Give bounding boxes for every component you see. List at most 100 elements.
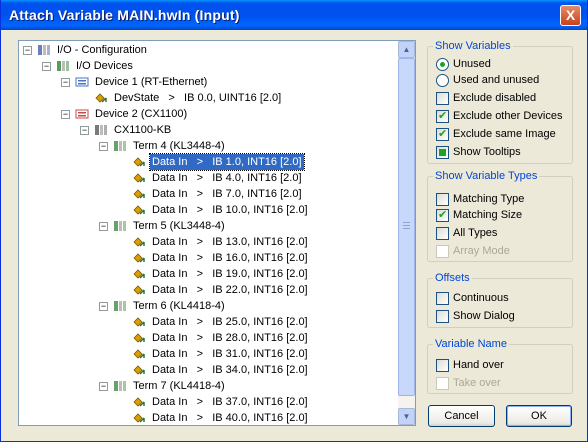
tree-label: Device 1 (RT-Ethernet) xyxy=(95,76,208,88)
tree-node[interactable]: − Device 1 (RT-Ethernet) xyxy=(19,74,397,90)
tree-node[interactable]: Data In > IB 10.0, INT16 [2.0] xyxy=(19,202,397,218)
exclude-disabled-checkbox[interactable]: Exclude disabled xyxy=(436,92,566,106)
tree-label: Data In > IB 31.0, INT16 [2.0] xyxy=(152,348,308,360)
terminal-icon xyxy=(113,380,127,392)
tree-scrollbar[interactable]: ▲ ▼ xyxy=(398,41,415,425)
checkbox-icon xyxy=(436,310,449,323)
tree-label: DevState > IB 0.0, UINT16 [2.0] xyxy=(114,92,282,104)
tree-node[interactable]: − I/O - Configuration xyxy=(19,42,397,58)
collapse-icon[interactable]: − xyxy=(23,46,32,55)
hand-over-checkbox[interactable]: Hand over xyxy=(436,359,566,373)
tree-node[interactable]: Data In > IB 4.0, INT16 [2.0] xyxy=(19,170,397,186)
tree-node[interactable]: Data In > IB 7.0, INT16 [2.0] xyxy=(19,186,397,202)
tree-node[interactable]: Data In > IB 1.0, INT16 [2.0] xyxy=(19,153,397,171)
collapse-icon[interactable]: − xyxy=(42,62,51,71)
ethernet-device-icon xyxy=(75,76,89,88)
tree-node[interactable]: − Device 2 (CX1100) xyxy=(19,106,397,122)
all-types-checkbox[interactable]: All Types xyxy=(436,227,566,241)
tree-node[interactable]: Data In > IB 22.0, INT16 [2.0] xyxy=(19,282,397,298)
tree-node[interactable]: Data In > IB 16.0, INT16 [2.0] xyxy=(19,250,397,266)
exclude-other-devices-checkbox[interactable]: Exclude other Devices xyxy=(436,110,571,124)
option-label: Exclude disabled xyxy=(453,92,537,104)
variable-name-group: Variable Name Hand over Take over xyxy=(427,338,573,394)
option-label: Array Mode xyxy=(453,245,510,257)
option-label: Take over xyxy=(453,377,501,389)
offsets-group: Offsets Continuous Show Dialog xyxy=(427,272,573,328)
show-dialog-checkbox[interactable]: Show Dialog xyxy=(436,310,566,324)
collapse-icon[interactable]: − xyxy=(61,110,70,119)
scroll-up-icon[interactable]: ▲ xyxy=(398,41,415,58)
tree-label: Term 4 (KL3448-4) xyxy=(133,140,225,152)
matching-type-checkbox[interactable]: Matching Type xyxy=(436,193,566,207)
ok-button[interactable]: OK xyxy=(506,405,572,427)
checkbox-icon xyxy=(436,359,449,372)
tree-node[interactable]: Data In > IB 31.0, INT16 [2.0] xyxy=(19,346,397,362)
input-variable-icon xyxy=(132,252,146,264)
scrollbar-thumb[interactable] xyxy=(398,58,415,396)
collapse-icon[interactable]: − xyxy=(99,382,108,391)
tree-node[interactable]: Data In > IB 25.0, INT16 [2.0] xyxy=(19,314,397,330)
tree-node[interactable]: − Term 5 (KL3448-4) xyxy=(19,218,397,234)
continuous-checkbox[interactable]: Continuous xyxy=(436,292,566,306)
group-title: Show Variables xyxy=(433,40,513,52)
tree-label: I/O - Configuration xyxy=(57,44,147,56)
take-over-checkbox[interactable]: Take over xyxy=(436,377,566,391)
show-variables-group: Show Variables Unused Used and unused Ex… xyxy=(427,40,573,164)
option-label: Exclude other Devices xyxy=(453,110,563,122)
show-tooltips-checkbox[interactable]: Show Tooltips xyxy=(436,146,566,160)
tree-label: I/O Devices xyxy=(76,60,133,72)
title-bar[interactable]: Attach Variable MAIN.hwIn (Input) X xyxy=(1,0,587,30)
tree-node[interactable]: − CX1100-KB xyxy=(19,122,397,138)
option-label: Exclude same Image xyxy=(453,128,556,140)
checkbox-disabled-icon xyxy=(436,245,449,258)
radio-checked-icon xyxy=(436,58,449,71)
used-and-unused-radio[interactable]: Used and unused xyxy=(436,74,566,88)
group-title: Show Variable Types xyxy=(433,170,540,182)
unused-radio[interactable]: Unused xyxy=(436,58,566,72)
option-label: Continuous xyxy=(453,292,509,304)
checkbox-icon xyxy=(436,227,449,240)
cx-device-icon xyxy=(75,108,89,120)
input-variable-icon xyxy=(132,204,146,216)
tree-node[interactable]: Data In > IB 40.0, INT16 [2.0] xyxy=(19,410,397,425)
matching-size-checkbox[interactable]: Matching Size xyxy=(436,209,566,223)
collapse-icon[interactable]: − xyxy=(99,302,108,311)
checkbox-icon xyxy=(436,193,449,206)
collapse-icon[interactable]: − xyxy=(99,142,108,151)
tree-node[interactable]: DevState > IB 0.0, UINT16 [2.0] xyxy=(19,90,397,106)
tree-node[interactable]: − Term 7 (KL4418-4) xyxy=(19,378,397,394)
tree-node[interactable]: Data In > IB 34.0, INT16 [2.0] xyxy=(19,362,397,378)
tree-node[interactable]: − I/O Devices xyxy=(19,58,397,74)
exclude-same-image-checkbox[interactable]: Exclude same Image xyxy=(436,128,571,142)
checkbox-icon xyxy=(436,92,449,105)
tree-node[interactable]: − Term 4 (KL3448-4) xyxy=(19,138,397,154)
grip-icon xyxy=(403,222,410,223)
option-label: Hand over xyxy=(453,359,504,371)
input-variable-icon xyxy=(132,364,146,376)
tree-label: CX1100-KB xyxy=(114,124,172,136)
group-title: Variable Name xyxy=(433,338,509,350)
input-variable-icon xyxy=(132,332,146,344)
tree-node[interactable]: − Term 6 (KL4418-4) xyxy=(19,298,397,314)
scroll-down-icon[interactable]: ▼ xyxy=(398,408,415,425)
checkbox-indeterminate-icon xyxy=(436,146,449,159)
collapse-icon[interactable]: − xyxy=(99,222,108,231)
tree-label: Data In > IB 13.0, INT16 [2.0] xyxy=(152,236,308,248)
collapse-icon[interactable]: − xyxy=(80,126,89,135)
tree-node[interactable]: Data In > IB 19.0, INT16 [2.0] xyxy=(19,266,397,282)
tree-node[interactable]: Data In > IB 13.0, INT16 [2.0] xyxy=(19,234,397,250)
option-label: All Types xyxy=(453,227,498,239)
show-variable-types-group: Show Variable Types Matching Type Matchi… xyxy=(427,170,573,262)
array-mode-checkbox[interactable]: Array Mode xyxy=(436,245,566,259)
collapse-icon[interactable]: − xyxy=(61,78,70,87)
group-title: Offsets xyxy=(433,272,472,284)
tree-label: Data In > IB 28.0, INT16 [2.0] xyxy=(152,332,308,344)
tree-label: Data In > IB 25.0, INT16 [2.0] xyxy=(152,316,308,328)
cancel-button[interactable]: Cancel xyxy=(428,405,495,427)
terminal-icon xyxy=(113,220,127,232)
option-label: Show Tooltips xyxy=(453,146,521,158)
io-tree[interactable]: − I/O - Configuration − I/O Devices − Device … xyxy=(18,40,416,426)
tree-node[interactable]: Data In > IB 37.0, INT16 [2.0] xyxy=(19,394,397,410)
close-button[interactable]: X xyxy=(560,5,581,26)
tree-node[interactable]: Data In > IB 28.0, INT16 [2.0] xyxy=(19,330,397,346)
